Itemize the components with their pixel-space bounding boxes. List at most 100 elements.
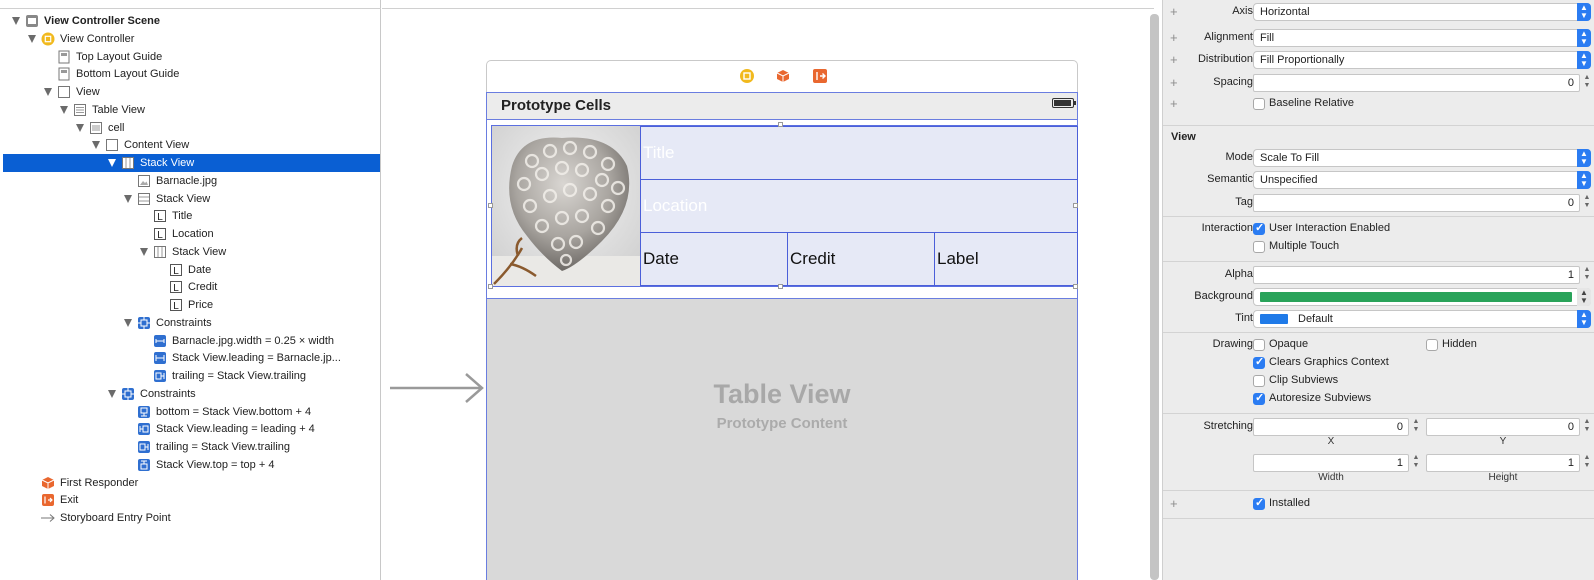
- storyboard-canvas[interactable]: Prototype Cells Title Location Date Cred…: [382, 0, 1159, 580]
- spacing-stepper[interactable]: ▲ ▼: [1582, 74, 1592, 92]
- autoresize-subviews-checkbox[interactable]: [1253, 391, 1265, 405]
- disclosure-triangle-icon[interactable]: [108, 159, 116, 167]
- outline-item[interactable]: Storyboard Entry Point: [3, 509, 380, 527]
- clip-subviews-checkbox[interactable]: [1253, 375, 1265, 387]
- stretch-height-field[interactable]: 1: [1426, 454, 1580, 472]
- user-interaction-checkbox[interactable]: [1253, 221, 1265, 235]
- resize-handle-bottom-left[interactable]: [488, 284, 493, 289]
- stretch-y-stepper[interactable]: ▲ ▼: [1582, 418, 1592, 436]
- background-color-well[interactable]: ▲ ▼: [1253, 288, 1591, 306]
- date-label[interactable]: Date: [640, 232, 788, 286]
- outline-item[interactable]: Stack View: [3, 190, 380, 208]
- multiple-touch-checkbox[interactable]: [1253, 241, 1265, 253]
- stretch-width-field[interactable]: 1: [1253, 454, 1409, 472]
- baseline-relative-checkbox[interactable]: [1253, 98, 1265, 110]
- view-controller-frame[interactable]: Prototype Cells Title Location Date Cred…: [486, 92, 1078, 580]
- outline-item[interactable]: Stack View: [3, 154, 380, 172]
- stretch-width-stepper[interactable]: ▲ ▼: [1411, 454, 1421, 472]
- outline-item-label: Constraints: [156, 316, 212, 329]
- outline-item[interactable]: Stack View.top = top + 4: [3, 456, 380, 474]
- resize-handle-left[interactable]: [488, 203, 493, 208]
- stretch-height-stepper[interactable]: ▲ ▼: [1582, 454, 1592, 472]
- outline-item[interactable]: First Responder: [3, 474, 380, 492]
- barnacle-image[interactable]: [492, 126, 641, 286]
- installed-checkbox[interactable]: [1253, 496, 1265, 510]
- disclosure-triangle-icon[interactable]: [108, 389, 116, 398]
- plus-icon[interactable]: +: [1170, 96, 1178, 111]
- disclosure-triangle-icon[interactable]: [60, 105, 68, 114]
- first-responder-icon[interactable]: [775, 68, 791, 84]
- resize-handle-top[interactable]: [778, 122, 783, 127]
- tint-popup[interactable]: Default ▲ ▼: [1253, 310, 1591, 328]
- outline-item[interactable]: Exit: [3, 491, 380, 509]
- storyboard-entry-arrow[interactable]: [390, 372, 486, 404]
- outline-item[interactable]: L Credit: [3, 278, 380, 296]
- disclosure-triangle-icon[interactable]: [76, 123, 84, 132]
- outline-item[interactable]: Top Layout Guide: [3, 48, 380, 66]
- outline-item[interactable]: L Location: [3, 225, 380, 243]
- credit-label[interactable]: Credit: [787, 232, 935, 286]
- opaque-checkbox[interactable]: [1253, 339, 1265, 351]
- outline-item[interactable]: Content View: [3, 136, 380, 154]
- outline-item[interactable]: trailing = Stack View.trailing: [3, 438, 380, 456]
- outline-item[interactable]: View Controller Scene: [3, 12, 380, 30]
- outline-item[interactable]: Barnacle.jpg.width = 0.25 × width: [3, 332, 380, 350]
- outline-item[interactable]: Table View: [3, 101, 380, 119]
- outline-item[interactable]: L Title: [3, 207, 380, 225]
- alpha-field[interactable]: 1: [1253, 266, 1580, 284]
- outline-item[interactable]: View: [3, 83, 380, 101]
- disclosure-triangle-icon[interactable]: [124, 318, 132, 327]
- outline-item[interactable]: Constraints: [3, 314, 380, 332]
- resize-handle-bottom[interactable]: [778, 284, 783, 289]
- content-mode-popup[interactable]: Scale To Fill ▲ ▼: [1253, 149, 1591, 167]
- plus-icon[interactable]: +: [1170, 4, 1178, 19]
- location-label[interactable]: Location: [640, 179, 1078, 233]
- disclosure-triangle-icon[interactable]: [28, 34, 36, 43]
- plus-icon[interactable]: +: [1170, 75, 1178, 90]
- plus-icon[interactable]: +: [1170, 496, 1178, 511]
- outline-item[interactable]: Barnacle.jpg: [3, 172, 380, 190]
- stack-view-selected[interactable]: Title Location Date Credit Label: [491, 125, 1078, 287]
- outline-item[interactable]: Stack View.leading = Barnacle.jp...: [3, 349, 380, 367]
- disclosure-triangle-icon[interactable]: [124, 194, 132, 203]
- outline-item[interactable]: bottom = Stack View.bottom + 4: [3, 403, 380, 421]
- semantic-popup[interactable]: Unspecified ▲ ▼: [1253, 171, 1591, 189]
- outline-item[interactable]: trailing = Stack View.trailing: [3, 367, 380, 385]
- outline-item[interactable]: View Controller: [3, 30, 380, 48]
- plus-icon[interactable]: +: [1170, 52, 1178, 67]
- stretch-x-stepper[interactable]: ▲ ▼: [1411, 418, 1421, 436]
- outline-item[interactable]: L Price: [3, 296, 380, 314]
- alpha-stepper[interactable]: ▲ ▼: [1582, 266, 1592, 284]
- resize-handle-bottom-right[interactable]: [1073, 284, 1078, 289]
- price-label[interactable]: Label: [934, 232, 1078, 286]
- stretch-y-field[interactable]: 0: [1426, 418, 1580, 436]
- clears-graphics-checkbox[interactable]: [1253, 355, 1265, 369]
- outline-item[interactable]: Constraints: [3, 385, 380, 403]
- canvas-scrollbar[interactable]: [1150, 14, 1159, 580]
- outline-item[interactable]: Stack View: [3, 243, 380, 261]
- spacing-field[interactable]: 0: [1253, 74, 1580, 92]
- disclosure-triangle-icon[interactable]: [12, 17, 20, 25]
- prototype-cell[interactable]: Title Location Date Credit Label: [487, 121, 1078, 293]
- distribution-popup[interactable]: Fill Proportionally ▲ ▼: [1253, 51, 1591, 69]
- tag-stepper[interactable]: ▲ ▼: [1582, 194, 1592, 212]
- exit-icon[interactable]: [812, 68, 828, 84]
- outline-item[interactable]: Stack View.leading = leading + 4: [3, 420, 380, 438]
- alignment-popup[interactable]: Fill ▲ ▼: [1253, 29, 1591, 47]
- tag-field[interactable]: 0: [1253, 194, 1580, 212]
- outline-item[interactable]: Bottom Layout Guide: [3, 65, 380, 83]
- disclosure-triangle-icon[interactable]: [140, 247, 148, 256]
- disclosure-triangle-icon[interactable]: [44, 88, 52, 96]
- plus-icon[interactable]: +: [1170, 30, 1178, 45]
- table-view-placeholder[interactable]: Table View Prototype Content: [487, 298, 1077, 580]
- axis-popup[interactable]: Horizontal ▲ ▼: [1253, 3, 1591, 21]
- outline-item[interactable]: cell: [3, 119, 380, 137]
- stretch-x-field[interactable]: 0: [1253, 418, 1409, 436]
- disclosure-triangle-icon[interactable]: [92, 141, 100, 150]
- title-label[interactable]: Title: [640, 126, 1078, 180]
- stretching-size-row: 1 ▲ ▼ 1 ▲ ▼: [1163, 453, 1594, 473]
- hidden-checkbox[interactable]: [1426, 339, 1438, 351]
- view-controller-icon[interactable]: [739, 68, 755, 84]
- outline-item[interactable]: L Date: [3, 261, 380, 279]
- resize-handle-right[interactable]: [1073, 203, 1078, 208]
